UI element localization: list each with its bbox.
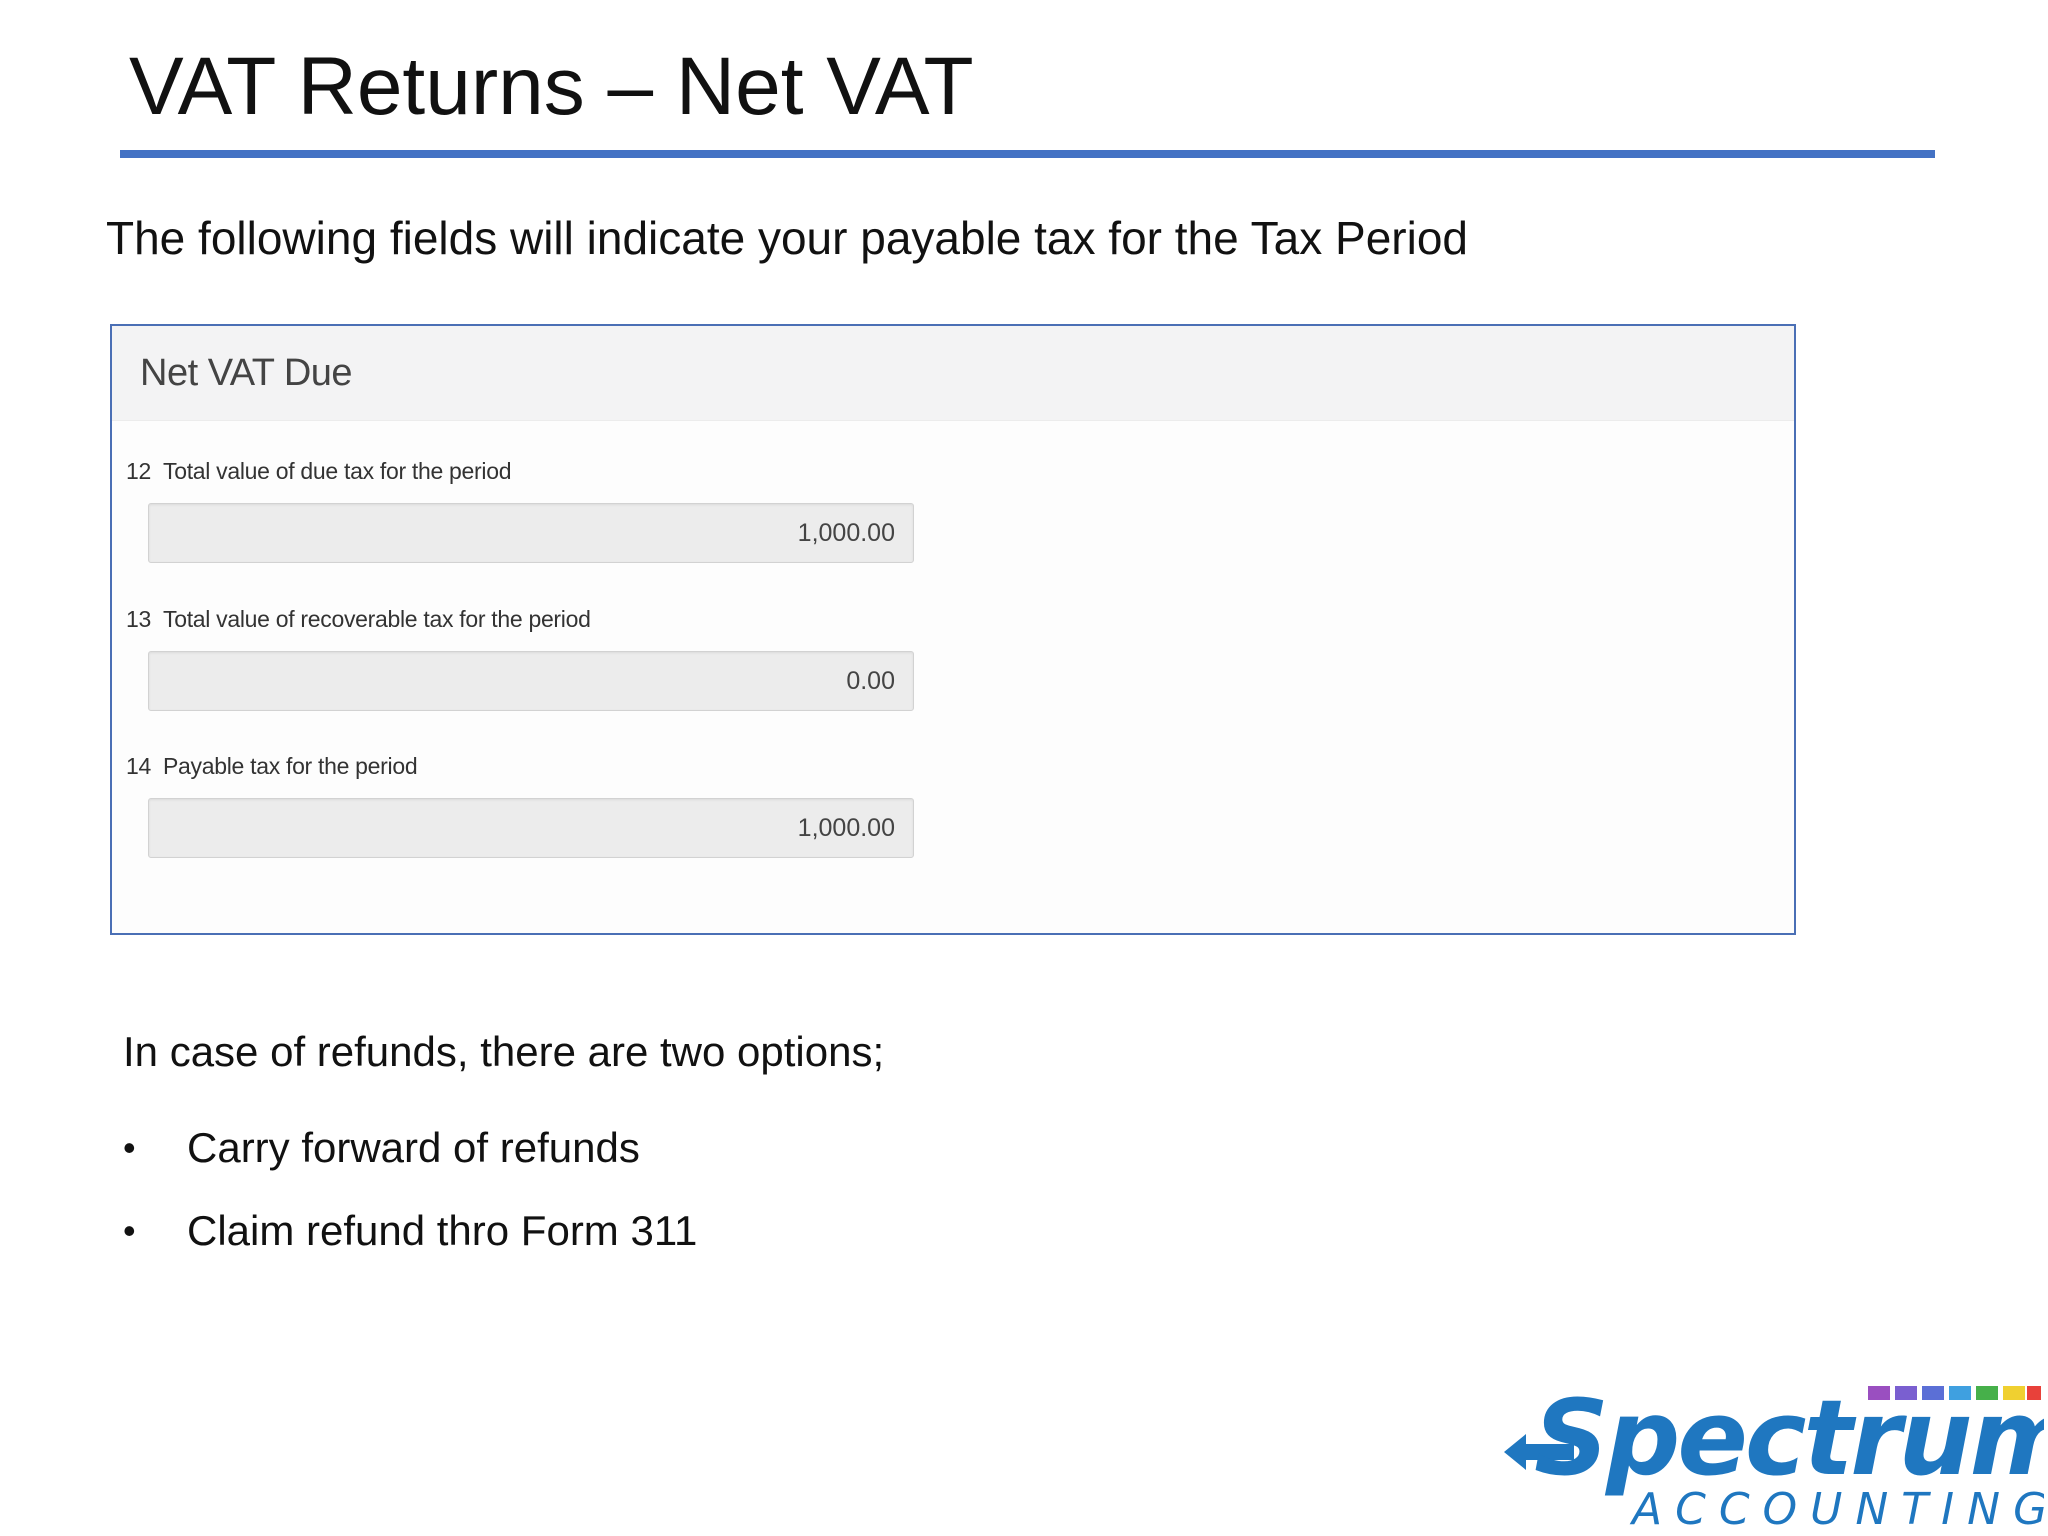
field-label-row: 14 Payable tax for the period [126,753,1026,780]
spectrum-accounting-logo: Spectrum ACCOUNTING [1504,1377,2044,1534]
list-item: • Claim refund thro Form 311 [123,1189,697,1272]
field-label: Total value of due tax for the period [163,458,512,484]
list-item: • Carry forward of refunds [123,1106,697,1189]
field-number: 14 [126,753,151,779]
field-due-tax: 12 Total value of due tax for the period [126,458,1026,563]
refund-intro: In case of refunds, there are two option… [123,1028,885,1075]
refund-option: Claim refund thro Form 311 [187,1206,698,1254]
logo-wordmark: Spectrum [1534,1377,2044,1499]
bullet-icon: • [123,1126,136,1168]
bullet-icon: • [123,1209,136,1251]
refund-option: Carry forward of refunds [187,1123,640,1171]
slide-title: VAT Returns – Net VAT [129,41,974,132]
payable-tax-input[interactable] [148,798,914,858]
panel-title: Net VAT Due [140,352,353,394]
title-divider [120,150,1935,158]
field-label-row: 13 Total value of recoverable tax for th… [126,606,1026,633]
field-number: 12 [126,458,151,484]
field-label-row: 12 Total value of due tax for the period [126,458,1026,485]
recoverable-tax-input[interactable] [148,651,914,711]
net-vat-due-panel: Net VAT Due 12 Total value of due tax fo… [110,324,1796,935]
logo-tagline: ACCOUNTING [1629,1484,2044,1534]
field-label: Total value of recoverable tax for the p… [163,606,591,632]
field-recoverable-tax: 13 Total value of recoverable tax for th… [126,606,1026,711]
refund-options-list: • Carry forward of refunds • Claim refun… [123,1106,697,1272]
field-payable-tax: 14 Payable tax for the period [126,753,1026,858]
field-number: 13 [126,606,151,632]
due-tax-input[interactable] [148,503,914,563]
field-label: Payable tax for the period [163,753,418,779]
intro-text: The following fields will indicate your … [106,212,1468,264]
panel-header: Net VAT Due [112,326,1794,421]
